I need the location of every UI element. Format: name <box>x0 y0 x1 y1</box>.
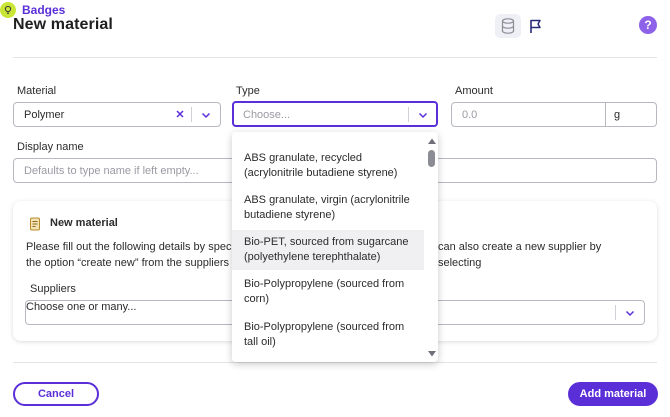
database-button[interactable] <box>495 14 521 38</box>
field-separator <box>408 107 409 122</box>
chevron-down-icon[interactable] <box>200 109 212 121</box>
chevron-down-icon[interactable] <box>417 109 429 121</box>
amount-label: Amount <box>455 85 493 97</box>
flag-button[interactable] <box>527 16 545 36</box>
add-material-button[interactable]: Add material <box>568 382 658 406</box>
card-title: New material <box>50 217 118 229</box>
help-icon: ? <box>644 18 652 32</box>
header-divider <box>13 57 657 58</box>
type-select[interactable]: Choose... <box>232 101 438 127</box>
document-icon <box>30 217 40 231</box>
header: New material Badges ? <box>0 0 670 55</box>
clear-icon[interactable] <box>174 108 186 120</box>
material-select[interactable]: Polymer <box>13 102 221 127</box>
type-placeholder: Choose... <box>243 109 291 121</box>
amount-unit: g <box>605 102 657 127</box>
dropdown-option[interactable]: Bio-Polypropylene (sourced from corn) <box>232 272 424 312</box>
amount-placeholder: 0.0 <box>462 109 478 121</box>
type-dropdown-menu: ABS granulate, recycled (acrylonitrile b… <box>232 132 438 362</box>
display-name-placeholder: Defaults to type name if left empty... <box>24 165 199 177</box>
material-label: Material <box>17 85 57 97</box>
badges-label: Badges <box>22 3 66 17</box>
database-icon <box>501 18 515 34</box>
display-name-label: Display name <box>17 141 84 153</box>
scroll-up-arrow-icon[interactable] <box>427 137 437 145</box>
cancel-button[interactable]: Cancel <box>13 382 99 406</box>
card-text-line-1-left: Please fill out the following details by… <box>26 241 232 253</box>
unit-label: g <box>614 109 621 121</box>
field-separator <box>615 305 616 320</box>
field-separator <box>191 107 192 122</box>
flag-icon <box>530 19 541 33</box>
card-text-line-1-right: can also create a new supplier by select… <box>438 241 602 269</box>
dropdown-option[interactable]: ABS granulate, recycled (acrylonitrile b… <box>232 146 424 186</box>
suppliers-label: Suppliers <box>30 283 76 295</box>
footer-divider <box>13 362 657 363</box>
dropdown-option-highlighted[interactable]: Bio-PET, sourced from sugarcane (polyeth… <box>232 230 424 270</box>
suppliers-placeholder: Choose one or many... <box>26 301 137 313</box>
scrollbar-thumb[interactable] <box>428 150 435 167</box>
material-value: Polymer <box>24 109 65 121</box>
amount-input[interactable]: 0.0 <box>451 102 606 127</box>
page-title: New material <box>13 16 113 33</box>
card-text-line-2-left: the option “create new” from the supplie… <box>26 257 229 269</box>
scroll-down-arrow-icon[interactable] <box>427 350 437 358</box>
help-button[interactable]: ? <box>639 16 657 34</box>
dropdown-option[interactable]: ABS granulate, virgin (acrylonitrile but… <box>232 188 424 228</box>
type-label: Type <box>236 85 260 97</box>
dropdown-option[interactable]: Bio-Polypropylene (sourced from tall oil… <box>232 315 424 355</box>
chevron-down-icon[interactable] <box>624 307 636 319</box>
